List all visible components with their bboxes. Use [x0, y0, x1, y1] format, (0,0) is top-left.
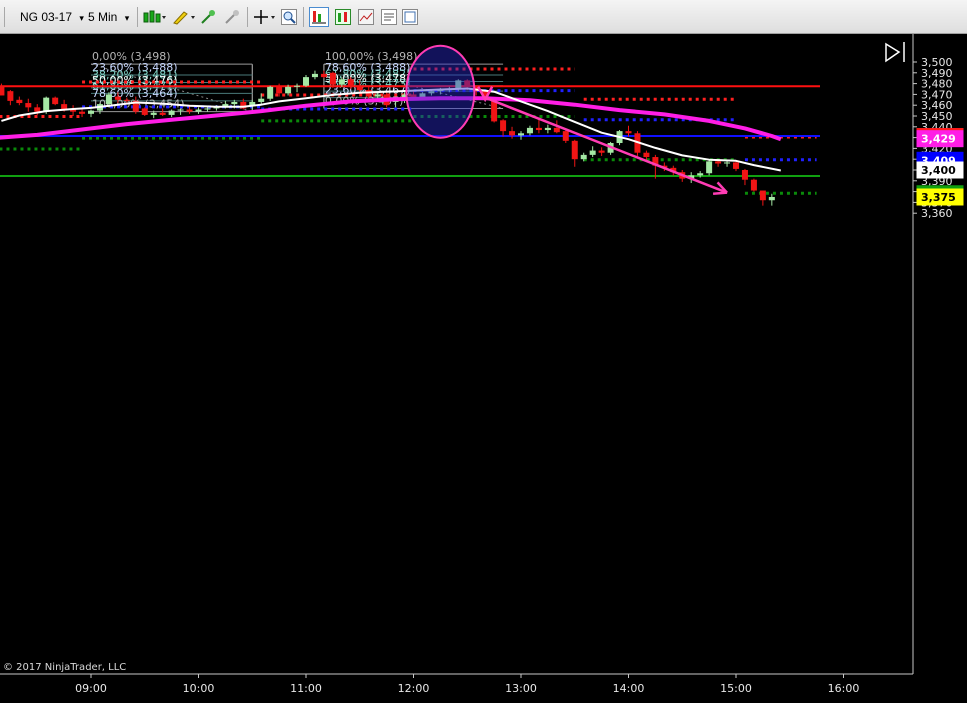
candle-body-up [544, 127, 551, 131]
toolbar-separator [303, 7, 304, 27]
interval-dropdown-icon: ▾ [124, 13, 130, 23]
candle-body-down [25, 103, 32, 108]
x-tick-label: 15:00 [720, 682, 752, 695]
candle-body-up [150, 112, 157, 115]
candle-body-up [338, 79, 345, 85]
instrument-dropdown-icon: ▾ [79, 13, 84, 23]
toolbar-separator [247, 7, 248, 27]
candle-body-down [320, 73, 327, 78]
candle-body-up [374, 94, 381, 97]
toolbar-grip [4, 7, 5, 27]
candle-body-up [311, 73, 318, 78]
candle-body-down [625, 131, 632, 134]
candle-body-up [105, 94, 112, 105]
x-tick-label: 09:00 [75, 682, 107, 695]
chart-style-icon[interactable] [143, 9, 167, 25]
x-tick-label: 11:00 [290, 682, 322, 695]
eraser-icon[interactable] [224, 9, 240, 25]
instrument-label: NG 03-17 [20, 10, 73, 24]
candle-body-down [509, 131, 516, 136]
candle-body-down [123, 99, 130, 101]
candle-body-down [553, 127, 560, 133]
candle-body-up [706, 161, 713, 174]
candle-body-down [598, 150, 605, 153]
candle-body-down [329, 72, 336, 85]
x-tick-label: 10:00 [183, 682, 215, 695]
ellipse-annotation [405, 44, 476, 139]
candle-body-up [267, 86, 274, 99]
price-marker-label: 3,400 [921, 164, 956, 177]
x-tick-label: 16:00 [828, 682, 860, 695]
candle-body-down [159, 112, 166, 115]
candle-body-up [294, 85, 301, 87]
price-marker-label: 3,375 [921, 191, 956, 204]
x-tick-label: 12:00 [398, 682, 430, 695]
candle-body-up [724, 162, 731, 164]
candle-body-down [52, 97, 59, 105]
candle-body-up [258, 98, 265, 102]
copyright-text: © 2017 NinjaTrader, LLC [3, 662, 126, 673]
candle-body-up [303, 77, 309, 86]
candle-body-down [79, 111, 86, 114]
data-box-icon[interactable] [381, 9, 397, 25]
candle-body-down [715, 161, 722, 164]
candle-body-up [204, 108, 211, 110]
indicators-icon[interactable] [309, 7, 329, 27]
candle-body-down [276, 86, 283, 94]
price-markers: 3,4313,4293,4093,4003,3783,375 [916, 128, 964, 206]
candle-body-up [43, 97, 50, 112]
candle-body-up [88, 110, 94, 114]
candle-body-down [114, 96, 121, 100]
chart-properties-icon[interactable] [358, 9, 374, 25]
candle-body-down [141, 108, 148, 115]
candle-body-down [500, 120, 507, 132]
candle-body-down [571, 140, 578, 160]
candle-body-up [526, 127, 533, 134]
candle-body-down [34, 107, 41, 112]
candle-body-down [741, 170, 748, 180]
chart-background [0, 34, 967, 703]
x-tick-label: 13:00 [505, 682, 537, 695]
candle-body-up [231, 101, 238, 105]
candle-body-up [697, 173, 704, 176]
y-tick-label: 3,360 [921, 207, 953, 220]
instrument-selector[interactable]: NG 03-17 ▾ [20, 8, 84, 26]
price-marker-label: 3,429 [921, 133, 956, 146]
candle-body-down [535, 127, 542, 131]
candle-body-up [168, 110, 175, 115]
candle-body-up [768, 197, 775, 201]
candle-body-up [177, 109, 184, 111]
candle-body-down [186, 109, 193, 112]
window-linking-icon[interactable] [402, 9, 418, 25]
candle-body-down [16, 99, 23, 104]
x-tick-label: 14:00 [613, 682, 645, 695]
chart-toolbar: NG 03-17 ▾ 5 Min ▾ [0, 0, 967, 34]
interval-selector[interactable]: 5 Min ▾ [88, 8, 129, 26]
candle-body-up [518, 133, 524, 136]
interval-label: 5 Min [88, 10, 118, 24]
candle-body-down [733, 162, 739, 169]
candle-body-down [0, 85, 5, 96]
candle-body-down [759, 190, 766, 201]
candle-body-down [643, 152, 650, 158]
candle-body-down [347, 79, 354, 87]
zoom-icon[interactable] [281, 9, 297, 25]
strategies-icon[interactable] [335, 9, 351, 25]
toolbar-separator [137, 7, 138, 27]
candle-body-down [562, 131, 569, 141]
candle-body-down [7, 91, 14, 101]
price-chart[interactable]: 0,00% (3,498)23,60% (3,488)38,20% (3,481… [0, 34, 967, 703]
candle-body-down [356, 86, 363, 91]
candle-body-up [285, 86, 292, 94]
magic-wand-icon[interactable] [200, 9, 216, 25]
candle-body-up [195, 109, 202, 112]
candle-body-up [580, 154, 587, 160]
crosshair-icon[interactable] [253, 9, 277, 25]
drawing-tool-icon[interactable] [172, 9, 196, 25]
candle-body-up [589, 150, 596, 155]
candle-body-down [750, 179, 757, 191]
